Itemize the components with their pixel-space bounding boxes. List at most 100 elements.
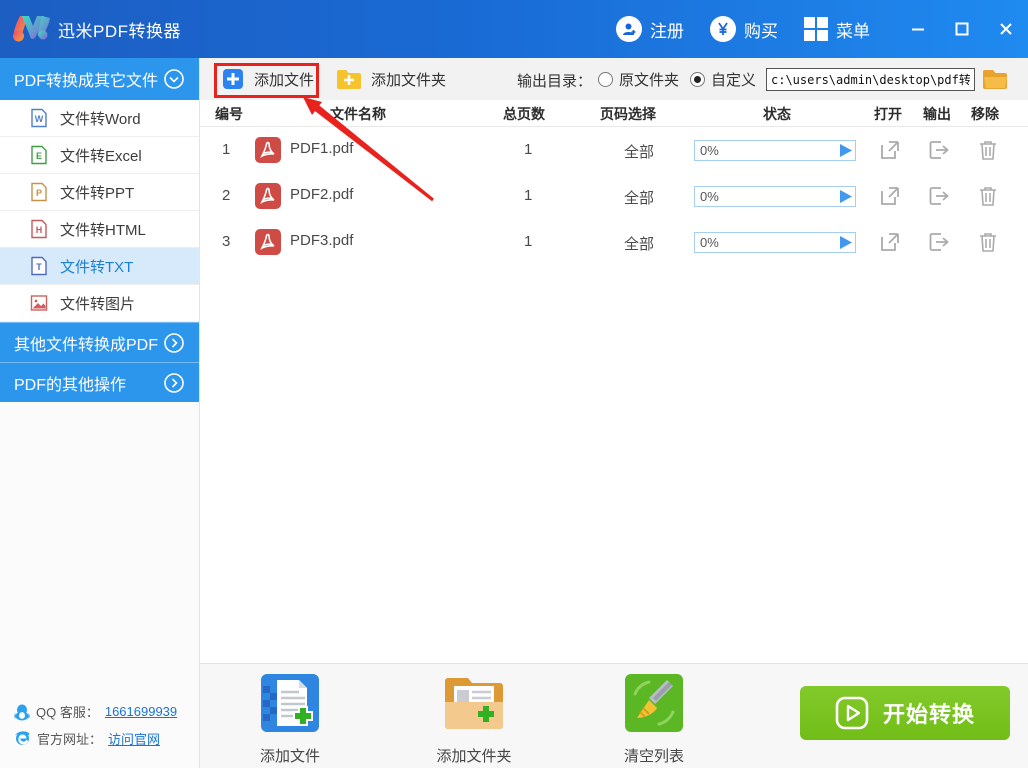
page-range[interactable]: 全部 <box>624 187 654 208</box>
col-pages: 总页数 <box>503 106 545 122</box>
radio-original-label: 原文件夹 <box>619 72 680 89</box>
pdf-file-icon <box>255 183 281 209</box>
qq-number-link[interactable]: 1661699939 <box>105 704 177 719</box>
page-range[interactable]: 全部 <box>624 233 654 254</box>
sidebar-item-label: 文件转TXT <box>60 258 134 276</box>
total-pages: 1 <box>524 233 533 250</box>
sidebar-item-excel[interactable]: E 文件转Excel <box>0 137 199 174</box>
add-file-big-button[interactable]: 添加文件 <box>230 672 350 766</box>
play-icon[interactable] <box>837 235 855 250</box>
pdf-file-icon <box>255 229 281 255</box>
row-number: 3 <box>222 233 231 250</box>
add-folder-icon <box>337 70 361 89</box>
ppt-doc-icon: P <box>31 182 47 202</box>
maximize-button[interactable] <box>940 0 984 58</box>
open-output-icon[interactable] <box>928 185 950 207</box>
row-number: 2 <box>222 187 231 204</box>
sidebar-item-image[interactable]: 文件转图片 <box>0 285 199 322</box>
progress-percent: 0% <box>700 235 719 250</box>
svg-text:E: E <box>36 151 42 161</box>
titlebar: 迅米PDF转换器 注册 购买 菜单 <box>0 0 1028 58</box>
add-file-icon <box>223 69 243 89</box>
col-no: 编号 <box>215 106 243 122</box>
sidebar-section-pdf-to-other[interactable]: PDF转换成其它文件 <box>0 58 199 100</box>
sidebar-item-ppt[interactable]: P 文件转PPT <box>0 174 199 211</box>
menu-grid-icon <box>804 17 828 41</box>
official-site-link[interactable]: 访问官网 <box>108 729 160 748</box>
col-open: 打开 <box>874 106 902 122</box>
sidebar-item-label: 文件转HTML <box>60 221 146 239</box>
bottom-bar: 添加文件 添加文件夹 清空列表 开始转换 <box>200 663 1028 768</box>
browse-folder-icon[interactable] <box>982 67 1008 91</box>
col-output: 输出 <box>923 106 951 122</box>
col-name: 文件名称 <box>330 106 386 122</box>
radio-custom-label: 自定义 <box>711 72 757 89</box>
qq-icon <box>14 704 30 720</box>
register-button[interactable]: 注册 <box>616 16 684 42</box>
start-convert-label: 开始转换 <box>882 702 975 727</box>
start-convert-button[interactable]: 开始转换 <box>800 686 1010 740</box>
sidebar-item-html[interactable]: H 文件转HTML <box>0 211 199 248</box>
clear-list-big-label: 清空列表 <box>623 748 684 765</box>
col-range: 页码选择 <box>600 106 656 122</box>
file-name: PDF2.pdf <box>290 186 354 203</box>
table-row: 1 PDF1.pdf 1 全部 0% <box>200 127 1028 173</box>
add-folder-button[interactable]: 添加文件夹 <box>330 64 452 94</box>
menu-button[interactable]: 菜单 <box>804 17 870 42</box>
page-range[interactable]: 全部 <box>624 141 654 162</box>
qq-label: QQ 客服： <box>36 705 99 720</box>
radio-original-folder[interactable]: 原文件夹 <box>598 69 679 90</box>
html-doc-icon: H <box>31 219 47 239</box>
open-file-icon[interactable] <box>879 231 901 253</box>
add-file-label: 添加文件 <box>254 71 315 89</box>
start-play-icon <box>835 696 869 730</box>
trash-icon[interactable] <box>977 139 999 161</box>
add-folder-big-button[interactable]: 添加文件夹 <box>414 672 534 766</box>
clear-list-big-icon <box>625 674 683 732</box>
svg-text:H: H <box>36 225 43 235</box>
progress-percent: 0% <box>700 143 719 158</box>
radio-custom[interactable]: 自定义 <box>690 69 756 90</box>
app-logo-icon <box>13 16 50 42</box>
register-icon <box>616 16 642 42</box>
close-button[interactable] <box>984 0 1028 58</box>
add-file-button[interactable]: 添加文件 <box>215 64 320 94</box>
open-file-icon[interactable] <box>879 139 901 161</box>
open-output-icon[interactable] <box>928 139 950 161</box>
buy-label: 购买 <box>744 21 778 41</box>
trash-icon[interactable] <box>977 185 999 207</box>
sidebar-item-label: 文件转图片 <box>60 295 136 313</box>
file-name: PDF1.pdf <box>290 140 354 157</box>
total-pages: 1 <box>524 141 533 158</box>
clear-list-big-button[interactable]: 清空列表 <box>594 672 714 766</box>
svg-text:P: P <box>36 188 42 198</box>
sidebar-item-label: 文件转Word <box>60 110 141 128</box>
sidebar-item-label: 文件转PPT <box>60 184 135 202</box>
sidebar-section-pdf-other-ops[interactable]: PDF的其他操作 <box>0 362 199 402</box>
minimize-button[interactable] <box>896 0 940 58</box>
buy-button[interactable]: 购买 <box>710 16 778 42</box>
section-label: PDF的其他操作 <box>14 376 127 394</box>
site-label: 官方网址： <box>37 732 103 747</box>
main-panel: 添加文件 添加文件夹 输出目录： 原文件夹 自定义 c:\users\admin… <box>200 58 1028 768</box>
app-window: 迅米PDF转换器 注册 购买 菜单 PDF转换成其它文件 W 文件转Word E… <box>0 0 1028 768</box>
app-title: 迅米PDF转换器 <box>58 21 181 41</box>
sidebar: PDF转换成其它文件 W 文件转Word E 文件转Excel P 文件转PPT… <box>0 58 200 768</box>
trash-icon[interactable] <box>977 231 999 253</box>
menu-label: 菜单 <box>836 21 870 41</box>
open-output-icon[interactable] <box>928 231 950 253</box>
sidebar-item-word[interactable]: W 文件转Word <box>0 100 199 137</box>
play-icon[interactable] <box>837 143 855 158</box>
progress-percent: 0% <box>700 189 719 204</box>
svg-text:T: T <box>36 262 42 272</box>
svg-text:W: W <box>35 114 44 124</box>
open-file-icon[interactable] <box>879 185 901 207</box>
sidebar-section-other-to-pdf[interactable]: 其他文件转换成PDF <box>0 322 199 362</box>
radio-circle-checked <box>690 72 705 87</box>
output-path-input[interactable] <box>766 68 975 91</box>
yuan-icon <box>710 16 736 42</box>
sidebar-item-txt[interactable]: T 文件转TXT <box>0 248 199 285</box>
table-header: 编号 文件名称 总页数 页码选择 状态 打开 输出 移除 <box>200 100 1028 127</box>
section-label: PDF转换成其它文件 <box>14 73 159 90</box>
play-icon[interactable] <box>837 189 855 204</box>
